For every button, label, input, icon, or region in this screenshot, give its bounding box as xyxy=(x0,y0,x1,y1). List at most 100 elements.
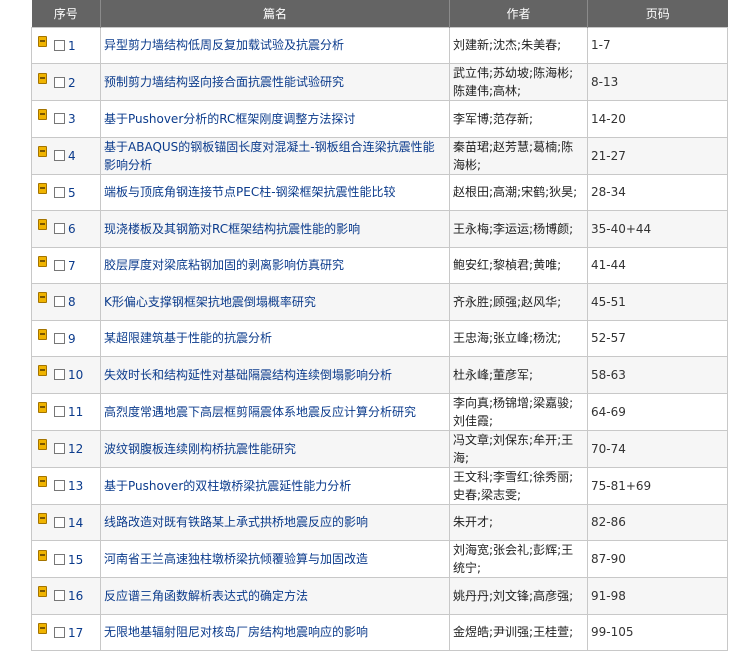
table-row: 17 无限地基辐射阻尼对核岛厂房结构地震响应的影响 金煜皓;尹训强;王桂萱; 99-1… xyxy=(31,613,728,651)
select-checkbox[interactable] xyxy=(54,223,65,235)
table-row: 10 失效时长和结构延性对基础隔震结构连续倒塌影响分析 杜永峰;董彦军; 58-63 xyxy=(31,356,728,394)
document-icon[interactable] xyxy=(38,512,47,524)
select-checkbox[interactable] xyxy=(54,369,65,381)
pages-cell: 64-69 xyxy=(587,392,728,431)
select-checkbox[interactable] xyxy=(54,39,65,51)
table-row: 2 预制剪力墙结构竖向接合面抗震性能试验研究 武立伟;苏幼坡;陈海彬;陈建伟;高林;… xyxy=(31,63,728,101)
article-title-link[interactable]: 某超限建筑基于性能的抗震分析 xyxy=(104,331,272,345)
article-title-link[interactable]: 无限地基辐射阻尼对核岛厂房结构地震响应的影响 xyxy=(104,625,368,639)
pages-cell: 70-74 xyxy=(587,429,728,468)
select-checkbox[interactable] xyxy=(54,259,65,271)
select-checkbox[interactable] xyxy=(54,150,65,161)
pages-cell: 99-105 xyxy=(587,613,728,651)
seq-cell: 10 xyxy=(31,356,101,394)
document-icon[interactable] xyxy=(38,402,47,413)
title-cell: K形偏心支撑钢框架抗地震倒塌概率研究 xyxy=(100,283,450,321)
pages-cell: 21-27 xyxy=(587,136,728,175)
select-checkbox[interactable] xyxy=(54,626,65,638)
document-icon[interactable] xyxy=(38,255,47,267)
select-checkbox[interactable] xyxy=(54,113,65,125)
table-row: 14 线路改造对既有铁路某上承式拱桥地震反应的影响 朱开才; 82-86 xyxy=(31,503,728,541)
seq-cell: 8 xyxy=(31,283,101,321)
document-icon[interactable] xyxy=(38,146,47,157)
title-cell: 异型剪力墙结构低周反复加载试验及抗震分析 xyxy=(100,26,450,64)
authors-cell: 朱开才; xyxy=(449,503,588,541)
article-table: 序号 篇名 作者 页码 1 异型剪力墙结构低周反复加载试验及抗震分析 刘建新;沈杰;… xyxy=(31,0,728,651)
authors-cell: 秦苗珺;赵芳慧;葛楠;陈海彬; xyxy=(449,136,588,175)
row-number: 12 xyxy=(68,442,84,456)
pages-cell: 82-86 xyxy=(587,503,728,541)
seq-cell: 17 xyxy=(31,613,101,651)
article-title-link[interactable]: 反应谱三角函数解析表达式的确定方法 xyxy=(104,589,308,603)
document-icon[interactable] xyxy=(38,182,47,194)
seq-cell: 14 xyxy=(31,503,101,541)
row-number: 9 xyxy=(68,331,76,346)
row-number: 3 xyxy=(68,112,76,127)
title-cell: 失效时长和结构延性对基础隔震结构连续倒塌影响分析 xyxy=(100,356,450,394)
seq-cell: 4 xyxy=(31,136,101,175)
article-title-link[interactable]: 端板与顶底角钢连接节点PEC柱-钢梁框架抗震性能比较 xyxy=(104,185,396,199)
authors-cell: 赵根田;高潮;宋鹤;狄昊; xyxy=(449,173,588,211)
select-checkbox[interactable] xyxy=(54,480,65,491)
title-cell: 河南省王兰高速独柱墩桥梁抗倾覆验算与加固改造 xyxy=(100,540,450,578)
select-checkbox[interactable] xyxy=(54,406,65,417)
article-title-link[interactable]: 基于ABAQUS的钢板锚固长度对混凝土-钢板组合连梁抗震性能影响分析 xyxy=(104,140,435,172)
seq-cell: 2 xyxy=(31,63,101,101)
article-title-link[interactable]: 预制剪力墙结构竖向接合面抗震性能试验研究 xyxy=(104,75,344,89)
pages-cell: 87-90 xyxy=(587,540,728,578)
article-title-link[interactable]: 胶层厚度对梁底粘钢加固的剥离影响仿真研究 xyxy=(104,258,344,272)
authors-cell: 刘建新;沈杰;朱美春; xyxy=(449,26,588,64)
document-icon[interactable] xyxy=(38,622,47,634)
row-number: 17 xyxy=(68,625,84,640)
row-number: 7 xyxy=(68,258,76,273)
table-row: 13 基于Pushover的双柱墩桥梁抗震延性能力分析 王文科;李雪红;徐秀丽;史春… xyxy=(31,466,728,505)
pages-cell: 14-20 xyxy=(587,100,728,138)
document-icon[interactable] xyxy=(38,365,47,377)
document-icon[interactable] xyxy=(38,328,47,340)
select-checkbox[interactable] xyxy=(54,553,65,565)
article-title-link[interactable]: 现浇楼板及其钢筋对RC框架结构抗震性能的影响 xyxy=(104,222,360,236)
document-icon[interactable] xyxy=(38,586,47,598)
header-row: 序号 篇名 作者 页码 xyxy=(31,0,728,27)
select-checkbox[interactable] xyxy=(54,516,65,528)
article-title-link[interactable]: 高烈度常遇地震下高层框剪隔震体系地震反应计算分析研究 xyxy=(104,405,416,419)
document-icon[interactable] xyxy=(38,476,47,487)
document-icon[interactable] xyxy=(38,549,47,561)
table-row: 9 某超限建筑基于性能的抗震分析 王忠海;张立峰;杨沈; 52-57 xyxy=(31,319,728,357)
row-number: 5 xyxy=(68,185,76,200)
seq-cell: 5 xyxy=(31,173,101,211)
article-title-link[interactable]: K形偏心支撑钢框架抗地震倒塌概率研究 xyxy=(104,295,316,309)
document-icon[interactable] xyxy=(38,72,47,84)
article-title-link[interactable]: 河南省王兰高速独柱墩桥梁抗倾覆验算与加固改造 xyxy=(104,552,368,566)
pages-cell: 52-57 xyxy=(587,319,728,357)
select-checkbox[interactable] xyxy=(54,76,65,88)
seq-cell: 12 xyxy=(31,429,101,468)
article-title-link[interactable]: 基于Pushover的双柱墩桥梁抗震延性能力分析 xyxy=(104,479,351,493)
article-title-link[interactable]: 异型剪力墙结构低周反复加载试验及抗震分析 xyxy=(104,38,344,52)
title-cell: 端板与顶底角钢连接节点PEC柱-钢梁框架抗震性能比较 xyxy=(100,173,450,211)
authors-cell: 冯文章;刘保东;牟开;王海; xyxy=(449,429,588,468)
document-icon[interactable] xyxy=(38,35,47,47)
document-icon[interactable] xyxy=(38,439,47,450)
pages-cell: 35-40+44 xyxy=(587,210,728,248)
row-number: 10 xyxy=(68,368,84,383)
document-icon[interactable] xyxy=(38,292,47,304)
document-icon[interactable] xyxy=(38,109,47,121)
table-row: 4 基于ABAQUS的钢板锚固长度对混凝土-钢板组合连梁抗震性能影响分析 秦苗珺;赵… xyxy=(31,136,728,175)
select-checkbox[interactable] xyxy=(54,296,65,308)
pages-cell: 28-34 xyxy=(587,173,728,211)
row-number: 16 xyxy=(68,589,84,604)
select-checkbox[interactable] xyxy=(54,186,65,198)
document-icon[interactable] xyxy=(38,219,47,231)
article-title-link[interactable]: 线路改造对既有铁路某上承式拱桥地震反应的影响 xyxy=(104,515,368,529)
row-number: 13 xyxy=(68,479,84,493)
seq-cell: 16 xyxy=(31,577,101,615)
article-title-link[interactable]: 失效时长和结构延性对基础隔震结构连续倒塌影响分析 xyxy=(104,368,392,382)
select-checkbox[interactable] xyxy=(54,590,65,602)
authors-cell: 李军博;范存新; xyxy=(449,100,588,138)
pages-cell: 75-81+69 xyxy=(587,466,728,505)
article-title-link[interactable]: 基于Pushover分析的RC框架刚度调整方法探讨 xyxy=(104,112,355,126)
select-checkbox[interactable] xyxy=(54,332,65,344)
article-title-link[interactable]: 波纹钢腹板连续刚构桥抗震性能研究 xyxy=(104,442,296,456)
select-checkbox[interactable] xyxy=(54,443,65,454)
